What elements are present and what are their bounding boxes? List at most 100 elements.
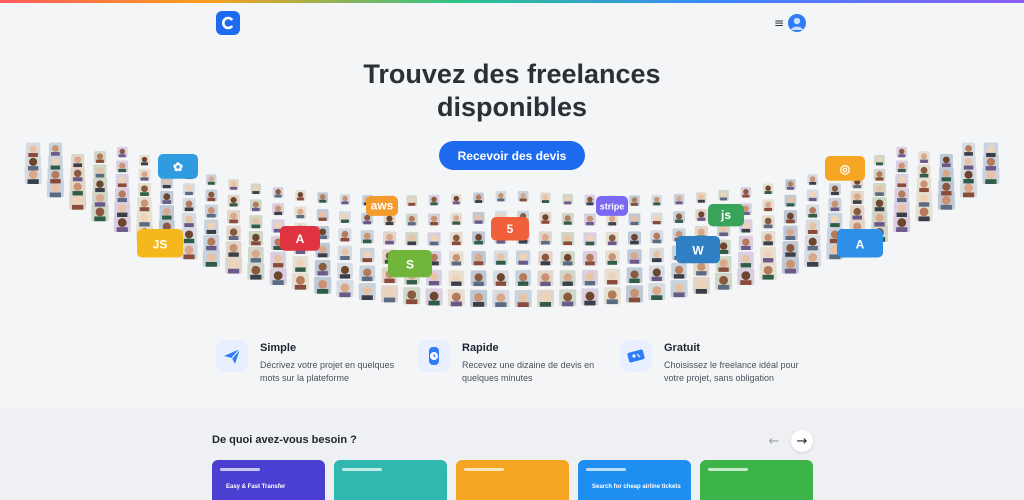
freelancer-photo <box>539 211 552 224</box>
freelancer-photo <box>538 250 553 266</box>
freelancer-photo <box>427 232 441 246</box>
app-store-icon: A <box>837 229 883 258</box>
freelancer-photo <box>605 232 619 246</box>
freelancer-photo <box>360 230 374 244</box>
feature-title: Simple <box>260 342 297 354</box>
freelancer-photo <box>450 212 463 225</box>
freelancer-photo <box>294 206 307 219</box>
ticket-icon <box>620 340 652 372</box>
freelancer-photo <box>337 245 353 261</box>
freelancer-photo <box>673 193 685 205</box>
freelancer-photo <box>270 251 286 268</box>
feature-description: Recevez une dizaine de devis en quelques… <box>462 360 595 383</box>
freelancer-photo <box>183 183 195 196</box>
freelancer-photo <box>25 142 41 158</box>
freelancer-photo <box>136 210 153 227</box>
freelancer-photo <box>626 285 643 303</box>
card-decoration <box>586 468 626 471</box>
card-decoration <box>708 468 748 471</box>
freelancer-photo <box>94 151 106 163</box>
freelancer-photo <box>247 262 265 280</box>
freelancer-photo <box>762 199 775 212</box>
freelancer-photo <box>584 213 596 226</box>
freelancer-photo <box>93 164 107 178</box>
freelancer-photo <box>896 146 908 158</box>
freelancer-photo <box>760 230 776 246</box>
freelancer-photo <box>204 204 218 218</box>
category-card[interactable] <box>334 460 447 500</box>
brand-logo[interactable] <box>216 11 240 35</box>
freelancer-photo <box>314 259 331 276</box>
freelancer-photo <box>740 187 752 198</box>
javascript-icon: JS <box>137 229 183 258</box>
freelancer-photo <box>428 213 440 226</box>
freelancer-photo <box>314 276 332 294</box>
hero-title-line1: Trouvez des freelances <box>363 59 661 89</box>
freelancer-photo <box>627 231 642 245</box>
freelancer-photo <box>649 247 664 263</box>
freelancer-photo <box>760 246 776 263</box>
freelancer-photo <box>670 280 688 298</box>
freelancer-photo <box>403 287 421 305</box>
freelancer-photo <box>762 183 774 195</box>
category-card[interactable]: Search for cheap airline tickets <box>578 460 691 500</box>
freelancer-photo <box>425 288 443 306</box>
feature-gratuit: Gratuit Choisissez le freelance idéal po… <box>620 340 804 385</box>
category-card[interactable] <box>456 460 569 500</box>
freelancer-photo <box>939 166 954 182</box>
carousel-prev-button[interactable]: ← <box>763 430 785 452</box>
freelancer-photo <box>71 153 85 168</box>
freelancer-photo <box>181 212 197 228</box>
freelancer-photo <box>473 192 484 204</box>
tech-tile-label: js <box>720 208 731 222</box>
category-card[interactable]: Easy & Fast Transfer <box>212 460 325 500</box>
freelancer-photo <box>272 203 285 216</box>
wordpress-icon: W <box>676 236 720 264</box>
freelancer-photo <box>871 210 888 227</box>
freelancer-photo <box>228 179 239 190</box>
freelancer-photo <box>493 270 509 286</box>
freelancer-photo <box>226 225 241 241</box>
tech-tile-label: W <box>692 243 704 257</box>
freelancer-photo <box>939 153 953 168</box>
freelancer-photo <box>25 154 41 171</box>
freelancer-photo <box>938 179 955 196</box>
user-avatar-icon <box>788 14 806 32</box>
feature-title: Gratuit <box>664 342 701 354</box>
freelancer-photo <box>605 250 620 265</box>
freelancer-photo <box>202 249 220 267</box>
freelancer-photo <box>695 209 708 221</box>
freelancer-photo <box>782 241 799 257</box>
carousel-next-button[interactable]: → <box>791 430 813 452</box>
freelancer-photo <box>47 167 64 184</box>
freelancer-photo <box>359 265 376 282</box>
freelancer-photo <box>295 189 306 201</box>
freelancer-photo <box>339 211 351 223</box>
account-menu-button[interactable]: ≡ <box>770 11 806 35</box>
freelancer-photo <box>316 209 329 221</box>
freelancer-photo <box>406 195 418 206</box>
freelancer-photo <box>138 168 151 181</box>
categories-section: De quoi avez-vous besoin ? ← → Easy & Fa… <box>0 408 1024 500</box>
freelancer-photo <box>761 215 775 229</box>
freelancer-photo <box>447 289 465 307</box>
freelancer-photo <box>561 212 574 225</box>
freelancer-photo <box>626 267 643 284</box>
freelancer-photo <box>673 211 685 223</box>
freelancer-photo <box>895 174 909 188</box>
freelancer-photo <box>648 265 665 282</box>
freelancer-photo <box>515 250 531 265</box>
freelancer-photo <box>227 194 240 207</box>
freelancer-photo <box>181 227 197 244</box>
freelancer-photo <box>472 211 485 224</box>
freelancer-photo <box>225 241 242 257</box>
freelancer-photo <box>472 231 486 245</box>
freelancer-photo <box>493 250 509 265</box>
brand-c-icon <box>222 16 233 30</box>
freelancer-photo <box>339 193 351 205</box>
freelancer-photo <box>405 232 419 246</box>
freelancer-photo <box>651 194 663 206</box>
freelancer-photo <box>70 166 85 182</box>
freelancer-photo <box>850 205 865 220</box>
category-card[interactable] <box>700 460 813 500</box>
